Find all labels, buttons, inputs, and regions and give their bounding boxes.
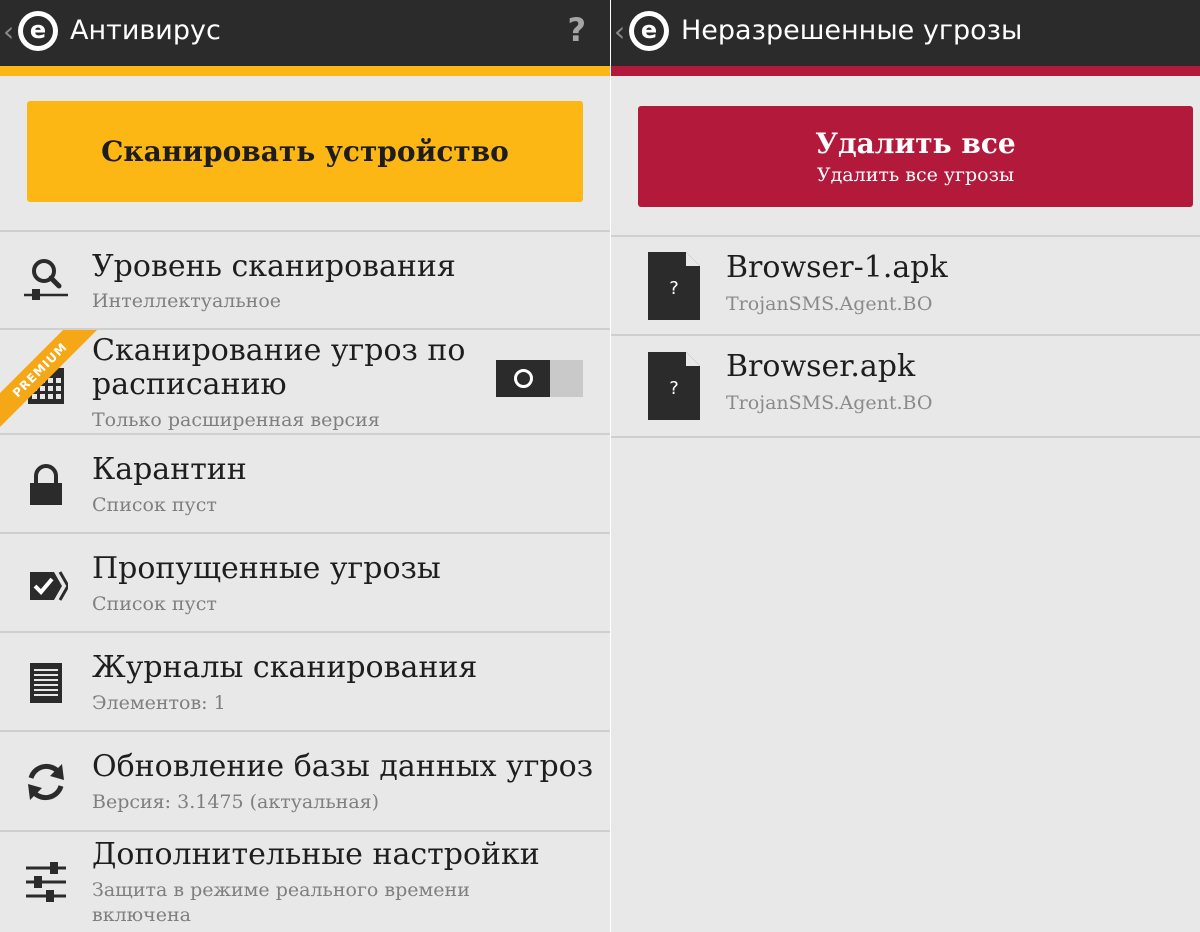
delete-all-sublabel: Удалить все угрозы: [816, 163, 1015, 186]
refresh-icon: [28, 763, 64, 801]
eset-logo-icon[interactable]: e: [18, 11, 58, 51]
scan-level-icon: [24, 259, 68, 300]
svg-text:?: ?: [669, 378, 679, 399]
threat-list-item[interactable]: ? Browser.apk TrojanSMS.Agent.BO: [611, 334, 1200, 438]
lock-icon: [30, 464, 62, 505]
settings-sliders-icon: [26, 862, 66, 902]
menu-item-title: Обновление базы данных угроз: [92, 749, 594, 784]
menu-item-title: Уровень сканирования: [92, 249, 456, 284]
menu-item-subtitle: Только расширенная версия: [92, 409, 380, 431]
menu-item-subtitle: Список пуст: [92, 593, 217, 615]
premium-badge: PREMIUM: [0, 330, 106, 436]
menu-item-scan-logs[interactable]: Журналы сканирования Элементов: 1: [0, 631, 610, 732]
unknown-file-icon: ?: [648, 252, 700, 320]
menu-item-advanced-settings[interactable]: Дополнительные настройки Защита в режиме…: [0, 830, 610, 932]
unknown-file-icon: ?: [648, 352, 700, 420]
back-chevron-icon[interactable]: ‹: [3, 14, 14, 50]
accent-line: [611, 66, 1200, 76]
back-chevron-icon[interactable]: ‹: [614, 14, 625, 50]
menu-item-scan-level[interactable]: Уровень сканирования Интеллектуальное: [0, 230, 610, 330]
menu-item-subtitle: Список пуст: [92, 494, 217, 516]
help-icon[interactable]: ?: [567, 10, 586, 50]
unresolved-threats-panel: ‹ e Неразрешенные угрозы Удалить все Уда…: [611, 0, 1200, 932]
menu-item-ignored-threats[interactable]: Пропущенные угрозы Список пуст: [0, 532, 610, 633]
threat-name: TrojanSMS.Agent.BO: [726, 392, 933, 414]
menu-item-title: Карантин: [92, 452, 247, 487]
eset-logo-icon[interactable]: e: [629, 11, 669, 51]
svg-text:?: ?: [669, 278, 679, 299]
menu-item-title: Пропущенные угрозы: [92, 551, 441, 586]
menu-item-subtitle: Элементов: 1: [92, 692, 226, 714]
menu-item-quarantine[interactable]: Карантин Список пуст: [0, 433, 610, 534]
accent-line: [0, 66, 610, 76]
file-name: Browser.apk: [726, 349, 916, 384]
action-bar: ‹ e Антивирус ?: [0, 0, 610, 66]
menu-item-subtitle: Версия: 3.1475 (актуальная): [92, 791, 380, 813]
ignored-threat-icon: [30, 571, 68, 601]
threat-name: TrojanSMS.Agent.BO: [726, 293, 933, 315]
menu-item-title: Сканирование угроз по расписанию: [92, 333, 466, 402]
action-bar: ‹ e Неразрешенные угрозы: [611, 0, 1200, 66]
antivirus-panel: ‹ e Антивирус ? Сканировать устройство У…: [0, 0, 610, 932]
delete-all-button[interactable]: Удалить все Удалить все угрозы: [638, 106, 1193, 207]
scan-device-button[interactable]: Сканировать устройство: [27, 101, 583, 202]
delete-all-label: Удалить все: [815, 126, 1016, 160]
scheduled-scan-toggle[interactable]: [496, 360, 583, 397]
menu-item-title: Дополнительные настройки: [92, 837, 540, 872]
toggle-knob: [496, 360, 550, 397]
menu-item-title: Журналы сканирования: [92, 650, 478, 685]
premium-ribbon: PREMIUM: [0, 330, 110, 440]
page-title: Неразрешенные угрозы: [681, 15, 1023, 46]
menu-item-db-update[interactable]: Обновление базы данных угроз Версия: 3.1…: [0, 730, 610, 832]
menu-item-subtitle: Интеллектуальное: [92, 290, 282, 312]
file-name: Browser-1.apk: [726, 250, 948, 285]
log-icon: [30, 663, 62, 703]
menu-item-subtitle: Защита в режиме реального времени включе…: [92, 879, 470, 926]
page-title: Антивирус: [70, 15, 221, 46]
threat-list-item[interactable]: ? Browser-1.apk TrojanSMS.Agent.BO: [611, 235, 1200, 336]
